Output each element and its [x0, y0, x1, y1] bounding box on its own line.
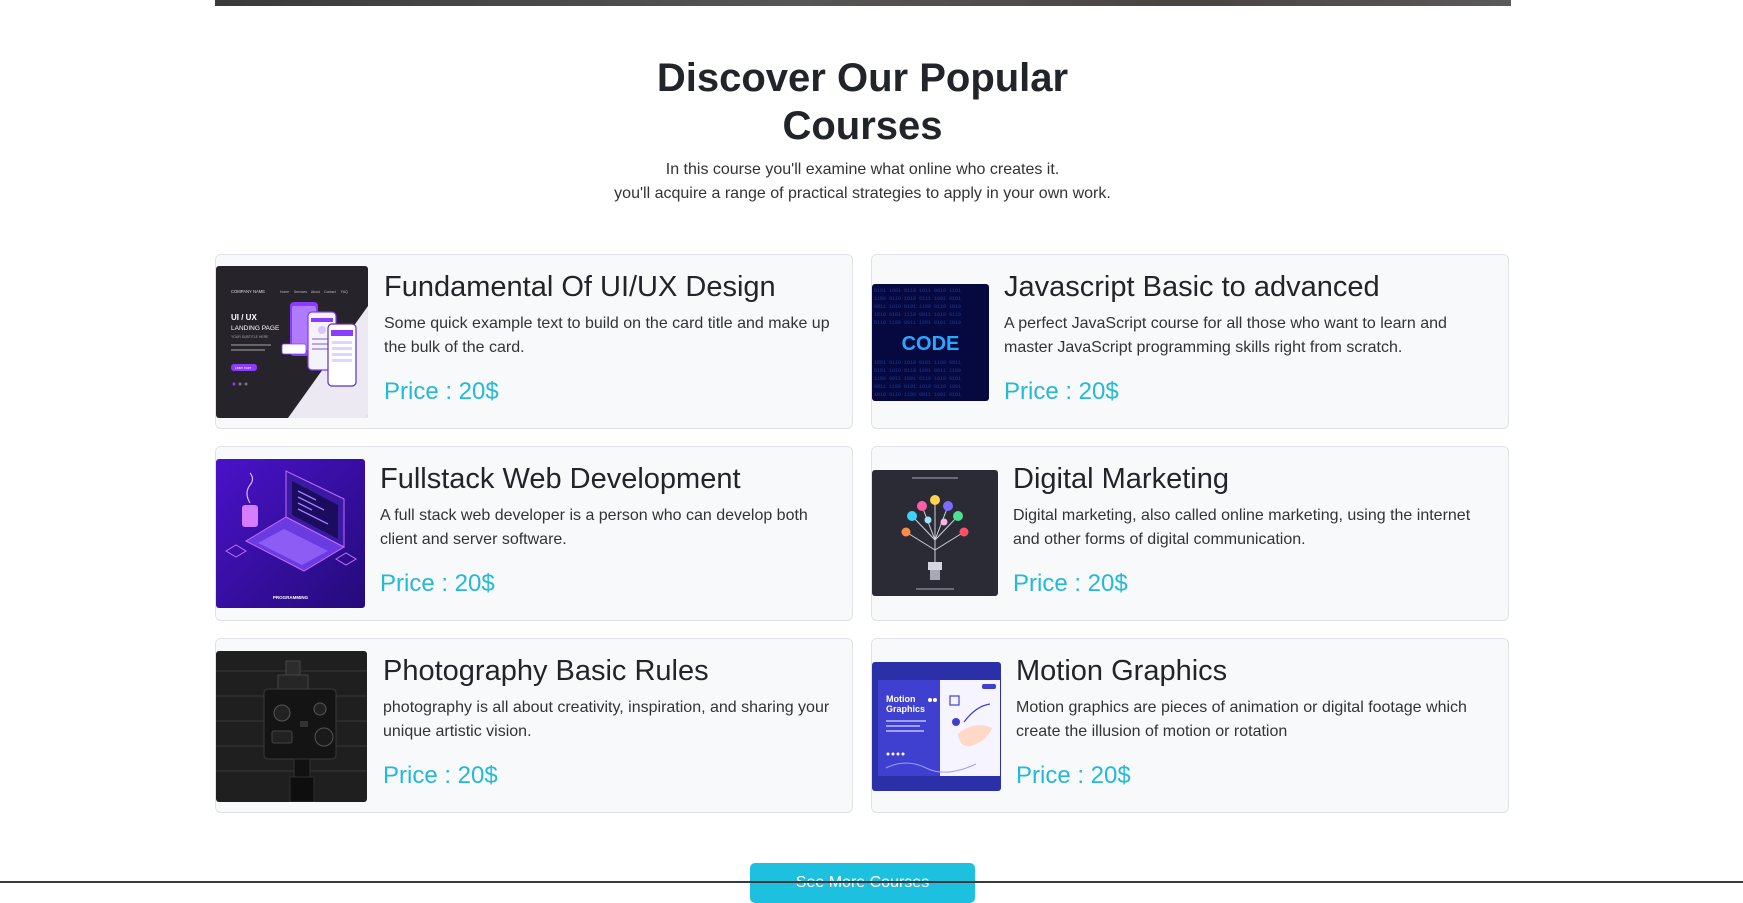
course-price: Price : 20$: [1004, 378, 1119, 405]
svg-text:COMPANY NAME: COMPANY NAME: [231, 289, 265, 294]
section-title-line-1: Discover Our Popular: [656, 56, 1069, 100]
course-price: Price : 20$: [384, 378, 499, 405]
svg-text:About: About: [311, 290, 320, 294]
hero-image-bottom-edge: [215, 0, 1511, 6]
svg-text:Home: Home: [280, 290, 289, 294]
course-price: Price : 20$: [383, 762, 498, 789]
course-description: Motion graphics are pieces of animation …: [1016, 699, 1467, 740]
course-price: Price : 20$: [1013, 570, 1128, 597]
course-card-photography[interactable]: Photography Basic Rules photography is a…: [215, 638, 853, 813]
svg-text:Services: Services: [294, 290, 307, 294]
course-title[interactable]: Motion Graphics: [1016, 653, 1227, 689]
course-title[interactable]: Fullstack Web Development: [380, 461, 741, 497]
svg-text:PROGRAMMING: PROGRAMMING: [273, 595, 309, 600]
svg-text:0101 1001 0110 1011 0010 1101: 0101 1001 0110 1011 0010 1101: [874, 288, 961, 294]
svg-text:0101 1010 0110 1001 0011 1100: 0101 1010 0110 1001 0011 1100: [874, 368, 961, 374]
motion-graphics-image: Motion Graphics: [872, 662, 1001, 791]
course-card-digital-marketing[interactable]: Digital Marketing Digital marketing, als…: [871, 446, 1509, 621]
course-card-motion-graphics[interactable]: Motion Graphics Motion Graphics Motion g…: [871, 638, 1509, 813]
course-title[interactable]: Fundamental Of UI/UX Design: [384, 269, 776, 305]
svg-text:0011 1100 0101 1010 0110 1001: 0011 1100 0101 1010 0110 1001: [874, 384, 961, 390]
section-subtitle-line-2: you'll acquire a range of practical stra…: [614, 185, 1111, 202]
svg-text:1010 0101 1110 0011 1010 0110: 1010 0101 1110 0011 1010 0110: [874, 312, 961, 318]
svg-text:FAQ: FAQ: [341, 290, 348, 294]
course-title[interactable]: Photography Basic Rules: [383, 653, 709, 689]
camera-photo-image: [216, 651, 367, 802]
course-card-ui-ux[interactable]: COMPANY NAME Home Services About Contact…: [215, 254, 853, 429]
svg-text:Graphics: Graphics: [886, 704, 925, 714]
svg-text:Motion: Motion: [886, 694, 916, 704]
course-description: photography is all about creativity, ins…: [383, 699, 830, 740]
course-price: Price : 20$: [1016, 762, 1131, 789]
svg-text:UI / UX: UI / UX: [231, 313, 257, 322]
svg-text:0110 1100 0011 1001 0101 1010: 0110 1100 0011 1001 0101 1010: [874, 320, 961, 326]
course-description: A perfect JavaScript course for all thos…: [1004, 315, 1447, 356]
section-title-line-2: Courses: [782, 104, 943, 148]
code-image: 0101 1001 0110 1011 0010 1101 1100 0110 …: [872, 284, 989, 401]
svg-text:0011 1010 0101 1100 0110 1010: 0011 1010 0101 1100 0110 1010: [874, 304, 961, 310]
course-price: Price : 20$: [380, 570, 495, 597]
see-more-courses-button[interactable]: See More Courses: [750, 863, 975, 903]
course-card-fullstack[interactable]: PROGRAMMING Fullstack Web Development A …: [215, 446, 853, 621]
course-description: A full stack web developer is a person w…: [380, 507, 808, 548]
course-description: Some quick example text to build on the …: [384, 315, 830, 356]
course-title[interactable]: Javascript Basic to advanced: [1004, 269, 1380, 305]
svg-text:1100 0110 1010 0111 1001 0101: 1100 0110 1010 0111 1001 0101: [874, 296, 961, 302]
svg-text:LANDING PAGE: LANDING PAGE: [231, 325, 280, 332]
ui-ux-landing-page-image: COMPANY NAME Home Services About Contact…: [216, 266, 368, 418]
svg-text:YOUR SUBTITLE HERE: YOUR SUBTITLE HERE: [231, 335, 269, 339]
svg-text:Contact: Contact: [324, 290, 336, 294]
svg-text:1010 0110 1100 0011 1001 0101: 1010 0110 1100 0011 1001 0101: [874, 392, 961, 398]
social-tree-image: [872, 470, 998, 596]
section-subtitle-line-1: In this course you'll examine what onlin…: [665, 161, 1060, 178]
laptop-programming-image: PROGRAMMING: [216, 459, 365, 608]
svg-text:CODE: CODE: [902, 333, 960, 355]
course-card-javascript[interactable]: 0101 1001 0110 1011 0010 1101 1100 0110 …: [871, 254, 1509, 429]
svg-text:Learn more: Learn more: [235, 366, 252, 370]
svg-text:1100 0011 1001 0110 1010 0101: 1100 0011 1001 0110 1010 0101: [874, 376, 961, 382]
section-subtitle: In this course you'll examine what onlin…: [0, 158, 1725, 206]
section-title: Discover Our Popular Courses: [0, 54, 1725, 150]
svg-text:1001 0110 1010 0101 1100 0011: 1001 0110 1010 0101 1100 0011: [874, 360, 961, 366]
course-description: Digital marketing, also called online ma…: [1013, 507, 1471, 548]
course-title[interactable]: Digital Marketing: [1013, 461, 1229, 497]
